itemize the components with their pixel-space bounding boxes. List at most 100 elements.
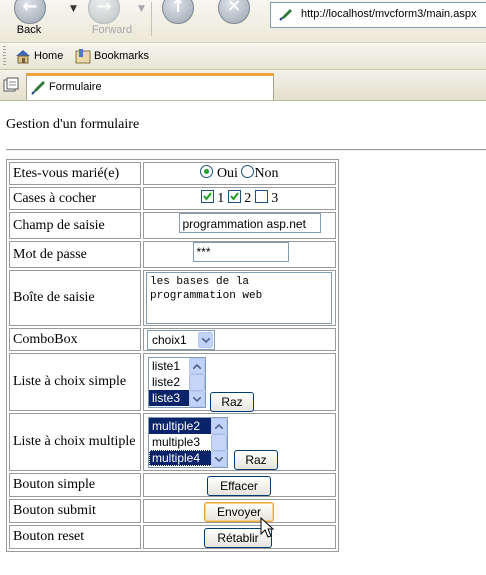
- radio-oui[interactable]: [200, 165, 214, 178]
- back-button[interactable]: ← Back: [4, 0, 50, 40]
- scroll-thumb[interactable]: [211, 434, 227, 451]
- links-bar: Home Bookmarks: [0, 43, 486, 70]
- checkbox-2[interactable]: [227, 190, 241, 203]
- table-row: Etes-vous marié(e) Oui Non: [9, 162, 336, 185]
- scroll-thumb[interactable]: [189, 374, 205, 391]
- back-history-dropdown-icon[interactable]: ▼: [70, 4, 77, 14]
- list-item-selected[interactable]: multiple4: [149, 450, 213, 466]
- table-row: Liste à choix multiple multiple2 multipl…: [9, 413, 336, 471]
- stop-button[interactable]: ✕: [212, 0, 258, 40]
- simple-button-cell: Effacer: [143, 473, 336, 497]
- table-row: Champ de saisie programmation asp.net: [9, 212, 336, 239]
- single-list-label: Liste à choix simple: [9, 353, 141, 411]
- bookmarks-link-label: Bookmarks: [94, 50, 150, 62]
- horizontal-rule: [6, 149, 486, 151]
- reset-button-label: Bouton reset: [9, 525, 141, 549]
- tabs-bar: Formulaire: [0, 70, 486, 101]
- forward-label: Forward: [91, 24, 133, 36]
- password-input[interactable]: ***: [192, 242, 289, 262]
- textarea-line-2: programmation web: [150, 290, 263, 302]
- home-icon: [16, 50, 30, 64]
- list-item-selected[interactable]: multiple2: [149, 418, 213, 434]
- combobox-cell: choix1: [143, 328, 336, 351]
- scroll-up-icon[interactable]: [189, 358, 205, 374]
- checkmark-icon: [202, 192, 212, 201]
- up-arrow-icon: ↑: [162, 0, 194, 24]
- combobox-value: choix1: [152, 332, 187, 347]
- multiple-list-cell: multiple2 multiple3 multiple4 Raz: [143, 413, 336, 471]
- single-listbox[interactable]: liste1 liste2 liste3: [148, 357, 206, 408]
- checkboxes-cell: 1 2 3: [143, 187, 336, 210]
- textarea-label: Boîte de saisie: [9, 270, 141, 326]
- raz-multiple-button[interactable]: Raz: [234, 450, 278, 470]
- password-label: Mot de passe: [9, 241, 141, 268]
- combobox-select[interactable]: choix1: [147, 329, 215, 350]
- forward-button[interactable]: → Forward: [82, 0, 142, 40]
- single-list-cell: liste1 liste2 liste3 Raz: [143, 353, 336, 412]
- checkbox-3-label[interactable]: 3: [271, 191, 278, 206]
- radio-non[interactable]: [241, 165, 255, 178]
- page-icon: [31, 81, 45, 95]
- forward-history-dropdown-icon[interactable]: ▼: [138, 4, 145, 14]
- tab-formulaire[interactable]: Formulaire: [26, 73, 274, 100]
- address-bar[interactable]: http://localhost/mvcform3/main.aspx: [270, 2, 486, 28]
- checkboxes-label: Cases à cocher: [9, 187, 141, 210]
- scroll-down-icon[interactable]: [189, 391, 205, 407]
- home-link[interactable]: Home: [14, 48, 66, 64]
- radio-non-label[interactable]: Non: [254, 166, 278, 181]
- text-input[interactable]: programmation asp.net: [178, 213, 321, 233]
- toolbar-grip[interactable]: [3, 46, 6, 66]
- mouse-pointer-icon: [260, 517, 275, 538]
- textarea-input[interactable]: les bases de la programmation web: [146, 272, 332, 324]
- multiple-list-label: Liste à choix multiple: [9, 413, 141, 471]
- raz-single-button[interactable]: Raz: [210, 392, 254, 412]
- bookmarks-link[interactable]: Bookmarks: [74, 48, 154, 64]
- checkbox-1[interactable]: [200, 190, 214, 203]
- back-arrow-icon: ←: [14, 0, 46, 24]
- listbox-scrollbar[interactable]: [189, 358, 205, 407]
- table-row: Bouton reset Rétablir: [9, 525, 336, 549]
- table-row: Cases à cocher 1 2 3: [9, 187, 336, 210]
- effacer-button[interactable]: Effacer: [207, 476, 271, 496]
- form-table: Etes-vous marié(e) Oui Non Cases à coche…: [6, 159, 339, 552]
- stop-icon: ✕: [218, 0, 250, 24]
- address-url[interactable]: http://localhost/mvcform3/main.aspx: [301, 8, 476, 20]
- up-button[interactable]: ↑: [156, 0, 202, 40]
- page-icon: [279, 9, 292, 21]
- text-field-label: Champ de saisie: [9, 212, 141, 239]
- listbox-scrollbar[interactable]: [211, 418, 227, 467]
- checkbox-1-label[interactable]: 1: [217, 191, 224, 206]
- scroll-up-icon[interactable]: [211, 418, 227, 434]
- checkbox-3[interactable]: [254, 190, 268, 203]
- reset-button-cell: Rétablir: [143, 525, 336, 549]
- table-row: Boîte de saisie les bases de la programm…: [9, 270, 336, 326]
- textarea-cell: les bases de la programmation web: [143, 270, 336, 326]
- combobox-label: ComboBox: [9, 328, 141, 351]
- list-item-selected[interactable]: liste3: [149, 390, 191, 406]
- table-row: ComboBox choix1: [9, 328, 336, 351]
- submit-button-label: Bouton submit: [9, 499, 141, 523]
- table-row: Bouton submit Envoyer: [9, 499, 336, 523]
- table-row: Liste à choix simple liste1 liste2 liste…: [9, 353, 336, 412]
- page-title: Gestion d'un formulaire: [6, 117, 140, 132]
- simple-button-label: Bouton simple: [9, 473, 141, 497]
- scroll-down-icon[interactable]: [211, 451, 227, 467]
- password-cell: ***: [143, 241, 336, 268]
- checkbox-2-label[interactable]: 2: [244, 191, 251, 206]
- married-cell: Oui Non: [143, 162, 336, 185]
- back-label: Back: [16, 24, 42, 36]
- married-label: Etes-vous marié(e): [9, 162, 141, 185]
- forward-arrow-icon: →: [88, 0, 120, 24]
- chevron-down-icon[interactable]: [198, 331, 213, 348]
- checkmark-icon: [229, 192, 239, 201]
- table-row: Mot de passe ***: [9, 241, 336, 268]
- multiple-listbox[interactable]: multiple2 multiple3 multiple4: [148, 417, 228, 468]
- submit-button-cell: Envoyer: [143, 499, 336, 523]
- bookmarks-icon: [75, 49, 91, 64]
- home-link-label: Home: [34, 50, 64, 62]
- toolbar-separator: [151, 2, 152, 36]
- textarea-line-1: les bases de la: [150, 276, 250, 288]
- table-row: Bouton simple Effacer: [9, 473, 336, 497]
- radio-oui-label[interactable]: Oui: [217, 166, 238, 181]
- tab-list-icon[interactable]: [3, 77, 19, 93]
